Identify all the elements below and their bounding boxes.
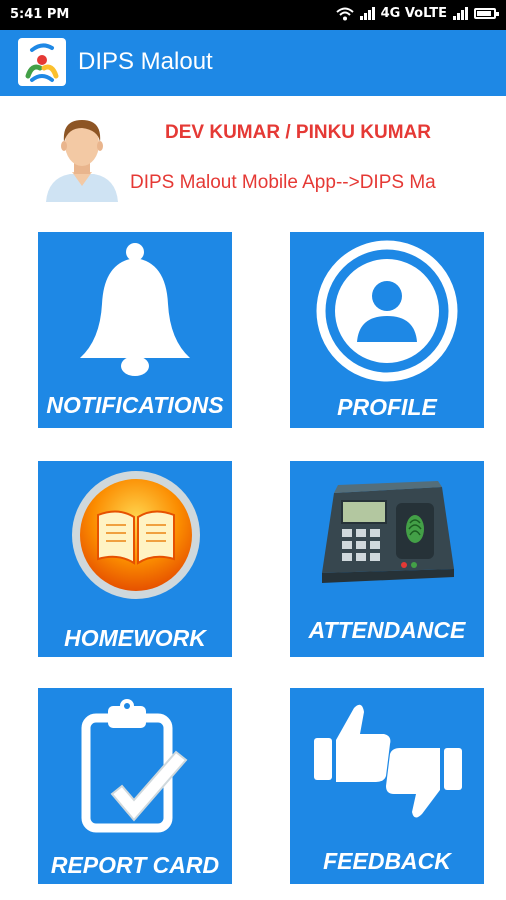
biometric-machine-icon	[322, 481, 454, 583]
ticker-text: DIPS Malout Mobile App-->DIPS Ma	[130, 172, 436, 193]
homework-tile[interactable]: HOMEWORK	[38, 461, 232, 657]
attendance-label: ATTENDANCE	[308, 617, 466, 643]
report-card-label: REPORT CARD	[50, 852, 220, 878]
notifications-tile[interactable]: NOTIFICATIONS	[38, 232, 232, 428]
attendance-tile[interactable]: ATTENDANCE	[290, 461, 484, 657]
app-title: DIPS Malout	[78, 48, 213, 75]
signal-bars-icon	[359, 7, 375, 20]
wifi-icon	[335, 7, 354, 20]
signal-bars-icon-2	[453, 7, 468, 20]
user-circle-icon	[316, 240, 458, 382]
homework-label: HOMEWORK	[64, 625, 206, 651]
report-card-tile[interactable]: REPORT CARD	[38, 688, 232, 884]
thumbs-up-down-icon	[314, 704, 462, 818]
network-label: 4G VoLTE	[380, 6, 447, 21]
book-icon	[72, 471, 200, 599]
profile-label: PROFILE	[337, 394, 437, 420]
notifications-label: NOTIFICATIONS	[46, 392, 224, 418]
app-bar: DIPS Malout	[0, 30, 506, 96]
battery-icon	[474, 8, 499, 19]
user-names: DEV KUMAR / PINKU KUMAR	[165, 122, 431, 143]
status-bar: 5:41 PM 4G VoLTE	[0, 0, 506, 30]
status-time: 5:41 PM	[10, 7, 70, 22]
app-logo-icon	[18, 38, 66, 86]
profile-tile[interactable]: PROFILE	[290, 232, 484, 428]
status-icons: 4G VoLTE	[335, 6, 499, 21]
user-avatar-icon	[42, 112, 122, 202]
feedback-tile[interactable]: FEEDBACK	[290, 688, 484, 884]
feedback-label: FEEDBACK	[323, 848, 451, 874]
bell-icon	[80, 243, 190, 376]
clipboard-check-icon	[81, 699, 188, 833]
